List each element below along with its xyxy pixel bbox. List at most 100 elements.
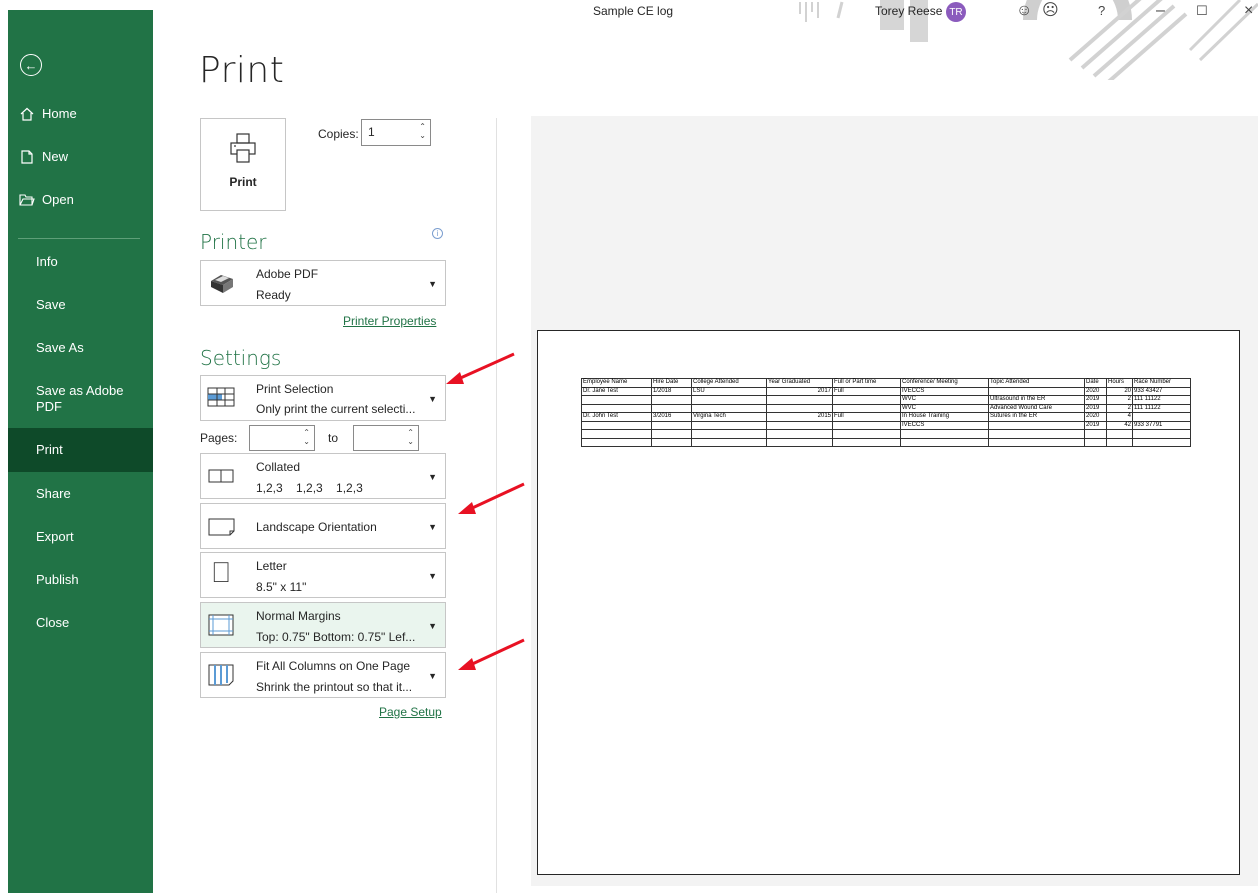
- nav-item-label: Open: [42, 192, 74, 207]
- copies-stepper[interactable]: 1 ⌃ ⌄: [361, 119, 431, 146]
- preview-header-cell: Race Number: [1132, 378, 1191, 388]
- spin-arrows-icon[interactable]: ⌃ ⌄: [303, 428, 310, 446]
- preview-cell: [581, 429, 652, 439]
- nav-item-publish[interactable]: Publish: [8, 572, 153, 588]
- chevron-down-icon: ▼: [428, 571, 437, 581]
- open-folder-icon: [18, 194, 36, 206]
- preview-cell: [832, 420, 901, 430]
- close-window-icon[interactable]: ×: [1244, 1, 1253, 21]
- preview-cell: [900, 429, 989, 439]
- print-selection-dropdown[interactable]: Print Selection Only print the current s…: [200, 375, 446, 421]
- smile-feedback-icon[interactable]: ☺: [1016, 1, 1032, 21]
- preview-cell: 42: [1106, 420, 1133, 430]
- preview-header-cell: Hours: [1106, 378, 1133, 388]
- maximize-icon[interactable]: ☐: [1196, 1, 1208, 21]
- printer-device-icon: [211, 275, 233, 293]
- table-selection-icon: [207, 387, 235, 407]
- preview-cell: [766, 437, 833, 447]
- preview-cell: [766, 429, 833, 439]
- help-icon[interactable]: ?: [1098, 1, 1105, 21]
- nav-item-new[interactable]: New: [8, 149, 153, 165]
- preview-header-row: Employee Name Hire Date College Attended Ye…: [581, 378, 1191, 388]
- preview-cell: 2020: [1084, 386, 1107, 396]
- preview-cell: [766, 403, 833, 413]
- nav-item-share[interactable]: Share: [8, 486, 153, 502]
- margins-dropdown[interactable]: Normal Margins Top: 0.75" Bottom: 0.75" …: [200, 602, 446, 648]
- home-icon: [18, 107, 36, 121]
- pages-to-label: to: [328, 431, 339, 445]
- preview-cell: LSU: [691, 386, 767, 396]
- preview-row: [581, 437, 1191, 447]
- preview-cell: [988, 420, 1085, 430]
- preview-cell: [651, 437, 692, 447]
- paper-size-description: 8.5" x 11": [256, 580, 307, 594]
- paper-size-title: Letter: [256, 559, 287, 573]
- preview-row: Dr. John Test 3/2016 Virgina Tech 2015 Full I…: [581, 412, 1191, 422]
- collation-title: Collated: [256, 460, 301, 474]
- nav-item-print[interactable]: Print: [8, 428, 153, 472]
- chevron-down-icon: ▼: [428, 621, 437, 631]
- annotation-arrow: [458, 638, 525, 670]
- print-button[interactable]: Print: [200, 118, 286, 211]
- pages-from-input[interactable]: ⌃ ⌄: [249, 425, 315, 451]
- copies-value: 1: [368, 125, 375, 139]
- page-setup-link[interactable]: Page Setup: [379, 705, 442, 719]
- fit-columns-icon: [208, 664, 234, 686]
- nav-item-save-as[interactable]: Save As: [8, 340, 153, 356]
- collation-dropdown[interactable]: Collated 1,2,3 1,2,3 1,2,3 ▼: [200, 453, 446, 499]
- printer-status: Ready: [256, 288, 291, 302]
- user-name[interactable]: Torey Reese: [875, 4, 942, 18]
- preview-cell: Dr. Jane Test: [581, 386, 652, 396]
- copies-label: Copies:: [318, 127, 359, 141]
- minimize-icon[interactable]: –: [1156, 1, 1165, 21]
- nav-item-save[interactable]: Save: [8, 297, 153, 313]
- info-icon[interactable]: i: [432, 228, 443, 239]
- spin-arrows-icon[interactable]: ⌃ ⌄: [407, 428, 414, 446]
- orientation-dropdown[interactable]: Landscape Orientation ▼: [200, 503, 446, 549]
- preview-cell: WVC: [900, 395, 989, 405]
- pages-to-input[interactable]: ⌃ ⌄: [353, 425, 419, 451]
- preview-cell: [1106, 429, 1133, 439]
- nav-item-open[interactable]: Open: [8, 192, 153, 208]
- preview-cell: [1084, 437, 1107, 447]
- preview-cell: [691, 437, 767, 447]
- preview-cell: 933 43427: [1132, 386, 1191, 396]
- nav-item-save-as-adobe-pdf[interactable]: Save as Adobe PDF: [8, 383, 126, 415]
- backstage-nav: ← Home New Open Info Save Save As Save a…: [8, 10, 153, 893]
- nav-item-home[interactable]: Home: [8, 106, 153, 122]
- preview-row: WVC Ultrasound in the ER 2019 2 111 11122: [581, 395, 1191, 405]
- nav-item-close[interactable]: Close: [8, 615, 153, 631]
- spin-arrows-icon[interactable]: ⌃ ⌄: [419, 122, 426, 140]
- preview-cell: 1/2018: [651, 386, 692, 396]
- margins-title: Normal Margins: [256, 609, 341, 623]
- preview-row: WVC Advanced Wound Care 2019 2 111 11122: [581, 403, 1191, 413]
- preview-cell: Dr. John Test: [581, 412, 652, 422]
- printer-properties-link[interactable]: Printer Properties: [343, 314, 436, 328]
- scaling-title: Fit All Columns on One Page: [256, 659, 411, 673]
- preview-cell: 2015: [766, 412, 833, 422]
- back-arrow-icon[interactable]: ←: [20, 54, 42, 76]
- preview-row: IVECCS 2019 42 933 37791: [581, 420, 1191, 430]
- printer-dropdown[interactable]: Adobe PDF Ready ▼: [200, 260, 446, 306]
- preview-cell: IVECCS: [900, 386, 989, 396]
- annotation-arrow: [458, 482, 525, 514]
- preview-cell: [988, 437, 1085, 447]
- preview-cell: [1132, 437, 1191, 447]
- preview-cell: 3/2016: [651, 412, 692, 422]
- paper-size-dropdown[interactable]: Letter 8.5" x 11" ▼: [200, 552, 446, 598]
- frown-feedback-icon[interactable]: ☹: [1042, 1, 1059, 21]
- scaling-dropdown[interactable]: Fit All Columns on One Page Shrink the p…: [200, 652, 446, 698]
- chevron-down-icon: ▼: [428, 522, 437, 532]
- printer-icon: [230, 133, 256, 163]
- preview-header-cell: Conference/ Meeting: [900, 378, 989, 388]
- preview-cell: Full: [832, 412, 901, 422]
- preview-cell: In House Training: [900, 412, 989, 422]
- nav-item-info[interactable]: Info: [8, 254, 153, 270]
- title-bar-decoration: [799, 0, 1258, 80]
- preview-cell: 4: [1106, 412, 1133, 422]
- preview-cell: [832, 429, 901, 439]
- preview-row: [581, 429, 1191, 439]
- preview-cell: [832, 437, 901, 447]
- nav-item-export[interactable]: Export: [8, 529, 153, 545]
- avatar[interactable]: TR: [946, 2, 966, 22]
